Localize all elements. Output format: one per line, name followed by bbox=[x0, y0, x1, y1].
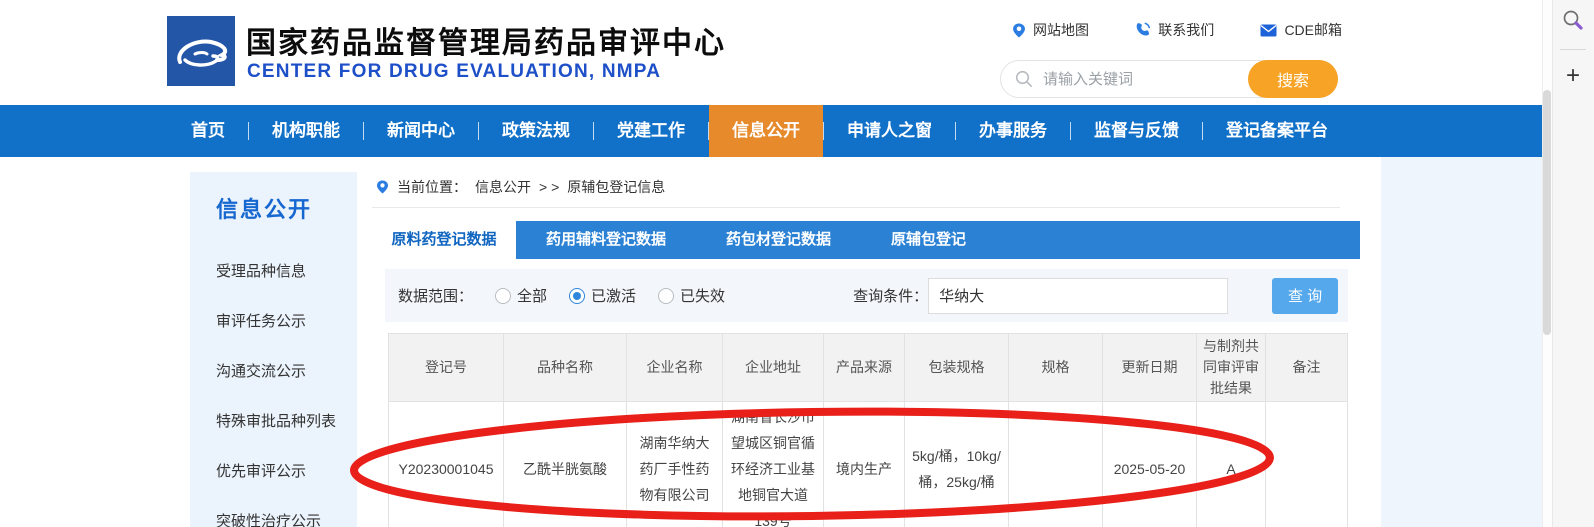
breadcrumb-separator: > > bbox=[539, 179, 559, 195]
sitemap-link[interactable]: 网站地图 bbox=[1012, 20, 1089, 40]
nav-services[interactable]: 办事服务 bbox=[956, 105, 1070, 157]
radio-expired[interactable]: 已失效 bbox=[658, 285, 725, 306]
col-package-spec: 包装规格 bbox=[905, 334, 1009, 402]
cell-remarks bbox=[1266, 402, 1348, 527]
col-variety-name: 品种名称 bbox=[504, 334, 627, 402]
location-pin-icon bbox=[1012, 22, 1026, 39]
filter-bar: 数据范围： 全部 已激活 已失效 查询条件： 查 询 bbox=[385, 269, 1348, 322]
table-header-row: 登记号 品种名称 企业名称 企业地址 产品来源 包装规格 规格 更新日期 与制剂… bbox=[389, 334, 1348, 402]
sidebar-item-communication[interactable]: 沟通交流公示 bbox=[216, 360, 357, 381]
dataset-tabs: 原料药登记数据 药用辅料登记数据 药包材登记数据 原辅包登记 bbox=[372, 221, 1360, 259]
radio-expired-control[interactable] bbox=[658, 288, 674, 304]
radio-activated-control[interactable] bbox=[569, 288, 585, 304]
sidebar-item-breakthrough-therapy[interactable]: 突破性治疗公示 bbox=[216, 510, 357, 527]
cell-variety-name: 乙酰半胱氨酸 bbox=[504, 402, 627, 527]
col-spec: 规格 bbox=[1009, 334, 1103, 402]
cde-logo bbox=[167, 16, 235, 86]
page-scrollbar-thumb[interactable] bbox=[1543, 90, 1551, 335]
nav-news[interactable]: 新闻中心 bbox=[364, 105, 478, 157]
envelope-icon bbox=[1260, 24, 1277, 37]
col-product-source: 产品来源 bbox=[824, 334, 905, 402]
page-background-band bbox=[1381, 157, 1542, 527]
tab-packaging-registration[interactable]: 药包材登记数据 bbox=[696, 221, 861, 259]
browser-search-icon[interactable] bbox=[1561, 8, 1585, 32]
site-header: 国家药品监督管理局药品审评中心 CENTER FOR DRUG EVALUATI… bbox=[0, 0, 1542, 105]
breadcrumb: 当前位置： 信息公开 > > 原辅包登记信息 bbox=[376, 177, 665, 197]
tab-apipack-registration[interactable]: 原辅包登记 bbox=[861, 221, 996, 259]
nav-party[interactable]: 党建工作 bbox=[594, 105, 708, 157]
cell-company-name: 湖南华纳大药厂手性药物有限公司 bbox=[627, 402, 723, 527]
sidebar-item-review-tasks[interactable]: 审评任务公示 bbox=[216, 310, 357, 331]
cell-product-source: 境内生产 bbox=[824, 402, 905, 527]
cell-package-spec: 5kg/桶，10kg/桶，25kg/桶 bbox=[905, 402, 1009, 527]
query-input[interactable] bbox=[928, 278, 1228, 314]
site-search-button[interactable]: 搜索 bbox=[1248, 60, 1338, 98]
breadcrumb-current: 原辅包登记信息 bbox=[567, 177, 665, 197]
nav-applicant-window[interactable]: 申请人之窗 bbox=[824, 105, 955, 157]
cell-registration-no: Y20230001045 bbox=[389, 402, 504, 527]
radio-expired-label: 已失效 bbox=[680, 285, 725, 306]
nav-registration-platform[interactable]: 登记备案平台 bbox=[1203, 105, 1351, 157]
site-title: 国家药品监督管理局药品审评中心 bbox=[246, 18, 726, 62]
cell-spec bbox=[1009, 402, 1103, 527]
sidebar: 信息公开 受理品种信息 审评任务公示 沟通交流公示 特殊审批品种列表 优先审评公… bbox=[190, 172, 357, 527]
phone-icon bbox=[1135, 22, 1151, 38]
cell-company-address: 湖南省长沙市望城区铜官循环经济工业基地铜官大道139号 bbox=[723, 402, 824, 527]
breadcrumb-label: 当前位置： bbox=[397, 177, 467, 197]
col-company-address: 企业地址 bbox=[723, 334, 824, 402]
header-quick-links: 网站地图 联系我们 CDE邮箱 bbox=[1012, 20, 1342, 40]
radio-all[interactable]: 全部 bbox=[495, 285, 547, 306]
col-company-name: 企业名称 bbox=[627, 334, 723, 402]
rail-divider bbox=[1560, 49, 1586, 50]
registration-table: 登记号 品种名称 企业名称 企业地址 产品来源 包装规格 规格 更新日期 与制剂… bbox=[388, 333, 1348, 527]
nav-home[interactable]: 首页 bbox=[168, 105, 248, 157]
sidebar-item-special-approval[interactable]: 特殊审批品种列表 bbox=[216, 410, 357, 431]
search-icon bbox=[1015, 70, 1033, 88]
query-label: 查询条件： bbox=[853, 285, 928, 306]
contact-label: 联系我们 bbox=[1158, 20, 1214, 40]
radio-all-control[interactable] bbox=[495, 288, 511, 304]
site-search: 搜索 bbox=[1000, 60, 1338, 98]
radio-activated-label: 已激活 bbox=[591, 285, 636, 306]
breadcrumb-divider bbox=[372, 207, 1340, 208]
breadcrumb-pin-icon bbox=[376, 179, 389, 195]
radio-activated[interactable]: 已激活 bbox=[569, 285, 636, 306]
tab-excipient-registration[interactable]: 药用辅料登记数据 bbox=[516, 221, 696, 259]
cde-mail-label: CDE邮箱 bbox=[1284, 20, 1342, 40]
sidebar-item-accepted-varieties[interactable]: 受理品种信息 bbox=[216, 260, 357, 281]
main-nav: 首页 机构职能 新闻中心 政策法规 党建工作 信息公开 申请人之窗 办事服务 监… bbox=[0, 105, 1542, 157]
sidebar-title: 信息公开 bbox=[216, 192, 357, 224]
cde-logo-icon bbox=[167, 16, 235, 86]
nav-functions[interactable]: 机构职能 bbox=[249, 105, 363, 157]
browser-add-icon[interactable]: + bbox=[1552, 62, 1594, 90]
sidebar-item-priority-review[interactable]: 优先审评公示 bbox=[216, 460, 357, 481]
col-update-date: 更新日期 bbox=[1103, 334, 1197, 402]
cell-joint-review-result: A bbox=[1197, 402, 1266, 527]
nav-policy[interactable]: 政策法规 bbox=[479, 105, 593, 157]
col-joint-review-result: 与制剂共同审评审批结果 bbox=[1197, 334, 1266, 402]
col-registration-no: 登记号 bbox=[389, 334, 504, 402]
cde-nmpa-webpage: 国家药品监督管理局药品审评中心 CENTER FOR DRUG EVALUATI… bbox=[0, 0, 1594, 527]
site-search-input[interactable] bbox=[1043, 71, 1248, 88]
col-remarks: 备注 bbox=[1266, 334, 1348, 402]
tab-api-registration[interactable]: 原料药登记数据 bbox=[372, 221, 516, 259]
cde-mail-link[interactable]: CDE邮箱 bbox=[1260, 20, 1342, 40]
breadcrumb-section[interactable]: 信息公开 bbox=[475, 177, 531, 197]
query-button[interactable]: 查 询 bbox=[1272, 278, 1338, 314]
cell-update-date: 2025-05-20 bbox=[1103, 402, 1197, 527]
nav-info-disclosure[interactable]: 信息公开 bbox=[709, 105, 823, 157]
radio-all-label: 全部 bbox=[517, 285, 547, 306]
table-row: Y20230001045 乙酰半胱氨酸 湖南华纳大药厂手性药物有限公司 湖南省长… bbox=[389, 402, 1348, 527]
nav-supervision[interactable]: 监督与反馈 bbox=[1071, 105, 1202, 157]
sitemap-label: 网站地图 bbox=[1033, 20, 1089, 40]
scope-label: 数据范围： bbox=[398, 285, 473, 306]
site-subtitle: CENTER FOR DRUG EVALUATION, NMPA bbox=[247, 61, 661, 83]
contact-link[interactable]: 联系我们 bbox=[1135, 20, 1214, 40]
main-content: 当前位置： 信息公开 > > 原辅包登记信息 原料药登记数据 药用辅料登记数据 … bbox=[370, 157, 1380, 527]
